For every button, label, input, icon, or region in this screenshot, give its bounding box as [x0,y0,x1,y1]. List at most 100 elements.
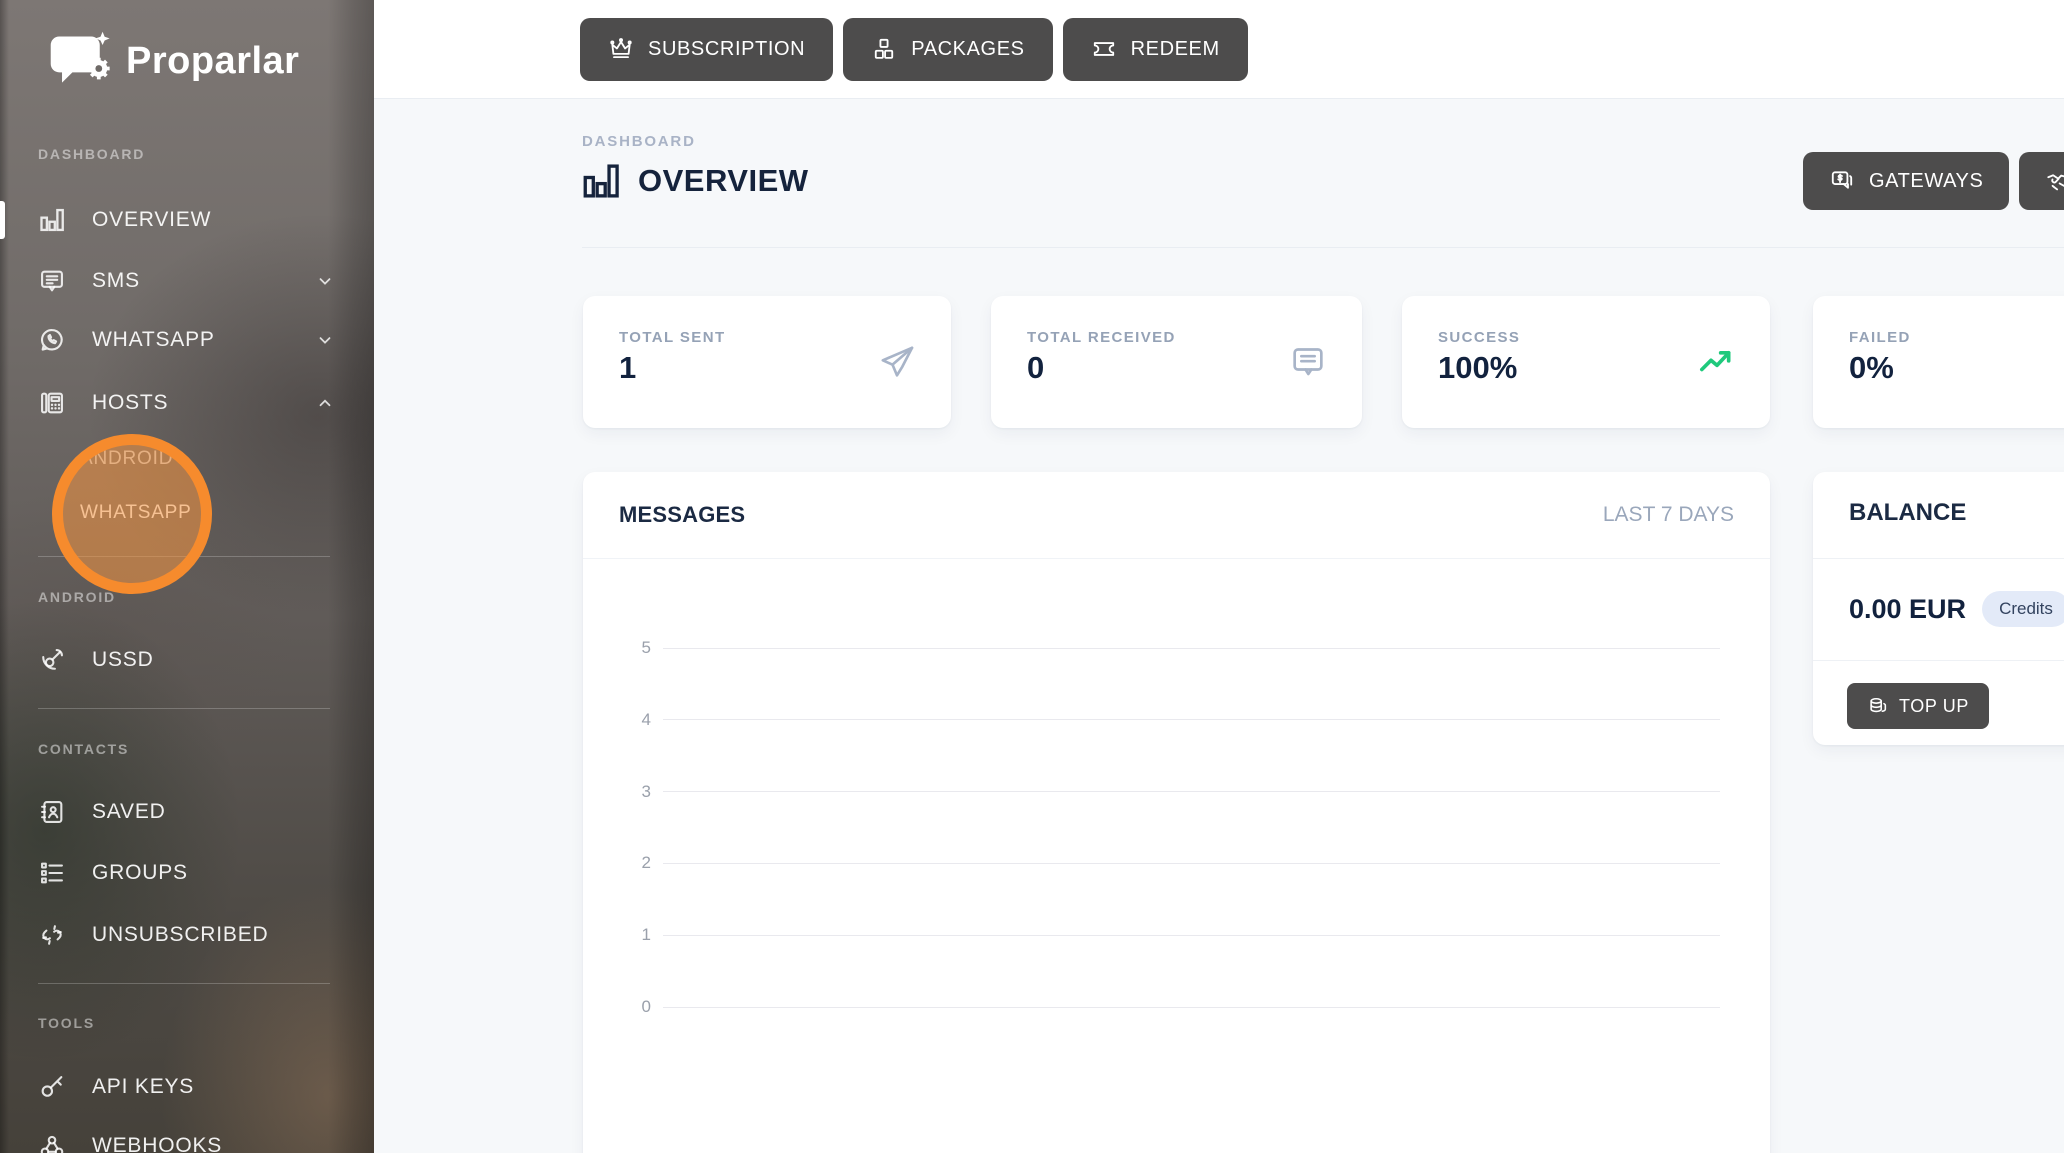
messages-chart: 5 4 3 2 1 0 [583,472,1770,1153]
chevron-up-icon [316,394,334,412]
sidebar-item-unsubscribed[interactable]: UNSUBSCRIBED [0,913,374,957]
sidebar: Proparlar DASHBOARD OVERVIEW SMS WH [0,0,374,1153]
sidebar-item-whatsapp[interactable]: WHATSAPP [0,318,374,362]
trend-up-icon [1696,342,1736,382]
coins-icon [1867,695,1889,717]
broken-link-icon [38,921,66,949]
y-tick-label: 3 [611,782,651,802]
top-bar: SUBSCRIPTION PACKAGES REDEEM [374,0,2064,99]
partners-button-partial[interactable]: P [2019,152,2064,210]
gridline [663,935,1720,936]
y-tick-label: 1 [611,925,651,945]
sidebar-item-label: API KEYS [92,1075,194,1099]
sidebar-divider [38,983,330,984]
top-up-label: TOP UP [1899,696,1969,717]
tutorial-highlight-circle [52,434,212,594]
panel-divider [1813,660,2064,661]
messages-panel: MESSAGES LAST 7 DAYS 543210 [583,472,1770,1153]
sidebar-item-label: UNSUBSCRIBED [92,923,268,947]
sidebar-item-webhooks[interactable]: WEBHOOKS [0,1124,374,1153]
stat-card-total-received: TOTAL RECEIVED 0 [991,296,1362,428]
sidebar-item-api-keys[interactable]: API KEYS [0,1065,374,1109]
stat-label: FAILED [1849,329,1911,346]
balance-panel: BALANCE 0.00 EUR Credits TOP UP [1813,472,2064,745]
gridline [663,719,1720,720]
page-title-row: OVERVIEW [580,160,809,202]
panel-divider [1813,558,2064,559]
sidebar-item-groups[interactable]: GROUPS [0,851,374,895]
stat-card-success: SUCCESS 100% [1402,296,1770,428]
y-tick-label: 0 [611,997,651,1017]
credits-badge: Credits [1982,591,2064,627]
ticket-icon [1091,36,1117,62]
y-tick-label: 5 [611,638,651,658]
packages-label: PACKAGES [911,38,1024,61]
packages-button[interactable]: PACKAGES [843,18,1052,81]
redeem-label: REDEEM [1131,38,1220,61]
webhook-icon [38,1132,66,1153]
gridline [663,648,1720,649]
y-tick-label: 2 [611,853,651,873]
satellite-dish-icon [38,646,66,674]
stat-value: 0 [1027,350,1044,386]
redeem-button[interactable]: REDEEM [1063,18,1248,81]
gateways-label: GATEWAYS [1869,170,1983,193]
active-item-indicator [0,201,5,239]
stat-value: 0% [1849,350,1894,386]
stat-value: 100% [1438,350,1517,386]
stat-label: TOTAL RECEIVED [1027,329,1176,346]
chart-gridline-row: 1 [611,925,1720,945]
sidebar-item-hosts[interactable]: HOSTS [0,381,374,425]
chart-gridline-row: 4 [611,710,1720,730]
cubes-icon [871,36,897,62]
main-content: SUBSCRIPTION PACKAGES REDEEM DAS [374,0,2064,1153]
top-bar-buttons: SUBSCRIPTION PACKAGES REDEEM [580,18,1248,81]
whatsapp-icon [38,326,66,354]
sidebar-item-ussd[interactable]: USSD [0,638,374,682]
subscription-button[interactable]: SUBSCRIPTION [580,18,833,81]
top-up-button[interactable]: TOP UP [1847,683,1989,729]
fax-machine-icon [38,389,66,417]
sidebar-section-contacts: CONTACTS [38,741,129,757]
bar-chart-icon [38,206,66,234]
sidebar-item-saved[interactable]: SAVED [0,790,374,834]
stat-card-total-sent: TOTAL SENT 1 [583,296,951,428]
chart-gridline-row: 5 [611,638,1720,658]
balance-panel-title: BALANCE [1849,499,1966,527]
sidebar-item-label: USSD [92,648,154,672]
chevron-down-icon [316,331,334,349]
address-book-icon [38,798,66,826]
sidebar-item-overview[interactable]: OVERVIEW [0,198,374,242]
chevron-down-icon [316,272,334,290]
paper-plane-icon [877,342,917,382]
sidebar-item-label: WHATSAPP [92,328,215,352]
key-icon [38,1073,66,1101]
app-name: Proparlar [126,40,299,83]
chart-gridline-row: 2 [611,853,1720,873]
sidebar-divider [38,708,330,709]
bar-chart-icon [580,160,622,202]
sidebar-section-tools: TOOLS [38,1015,95,1031]
gridline [663,1007,1720,1008]
list-icon [38,859,66,887]
header-actions: GATEWAYS P [1803,152,2064,210]
balance-amount: 0.00 EUR [1849,594,1966,625]
app-logo[interactable]: Proparlar [46,30,299,92]
chat-dollar-icon [1829,168,1855,194]
sidebar-item-sms[interactable]: SMS [0,259,374,303]
gateways-button[interactable]: GATEWAYS [1803,152,2009,210]
y-tick-label: 4 [611,710,651,730]
sidebar-section-dashboard: DASHBOARD [38,146,145,162]
chat-lines-icon [1288,342,1328,382]
gridline [663,863,1720,864]
crown-icon [608,36,634,62]
gridline [663,791,1720,792]
chart-gridline-row: 0 [611,997,1720,1017]
subscription-label: SUBSCRIPTION [648,38,805,61]
stat-value: 1 [619,350,636,386]
sidebar-item-label: HOSTS [92,391,168,415]
page-title: OVERVIEW [638,163,809,199]
handshake-icon [2045,168,2064,194]
breadcrumb: DASHBOARD [582,133,696,150]
stat-label: TOTAL SENT [619,329,726,346]
